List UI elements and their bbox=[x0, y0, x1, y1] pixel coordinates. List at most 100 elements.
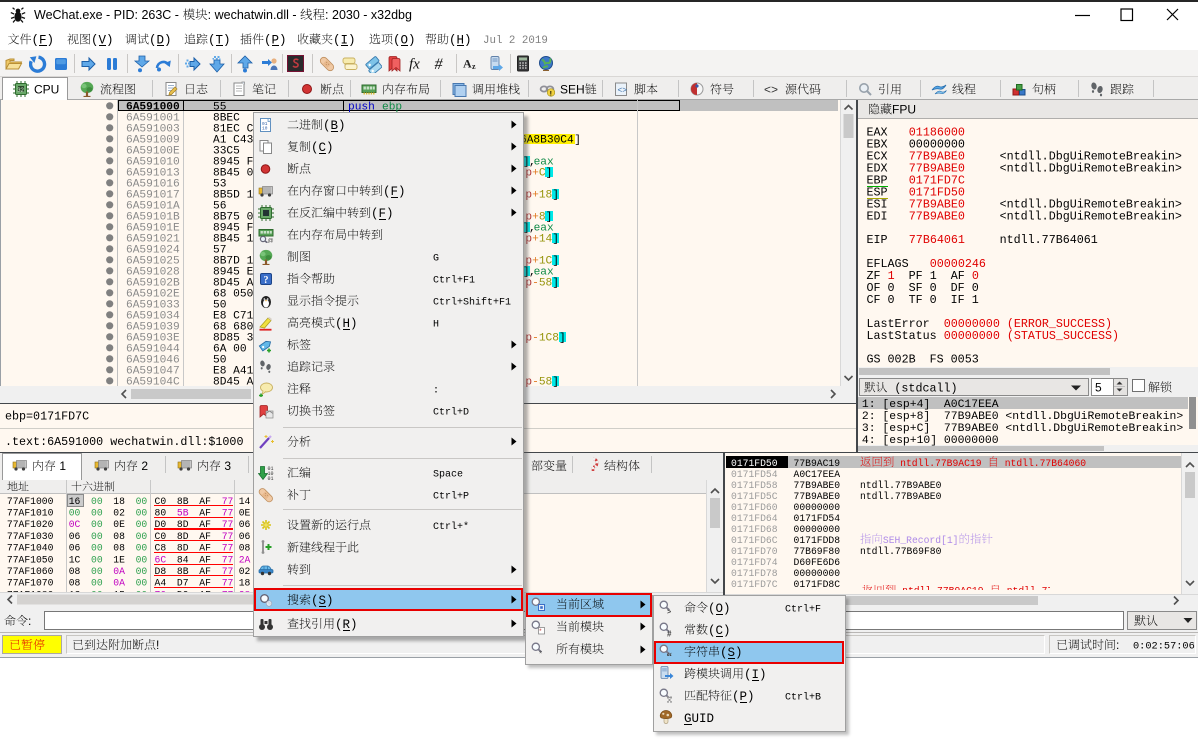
svg-text:AF: AF bbox=[199, 508, 211, 519]
svg-text:0171FD78: 0171FD78 bbox=[731, 568, 778, 579]
svg-text:SEH_Record[1]: SEH_Record[1] bbox=[883, 535, 959, 546]
svg-text:77B9ABE0: 77B9ABE0 bbox=[794, 491, 841, 502]
svg-text:!: ! bbox=[550, 90, 552, 97]
svg-text:C0: C0 bbox=[155, 531, 167, 542]
svg-text:0A: 0A bbox=[113, 566, 125, 577]
svg-text:8D: 8D bbox=[177, 531, 189, 542]
svg-text:0171FD50: 0171FD50 bbox=[731, 458, 778, 469]
svg-text:00: 00 bbox=[91, 496, 103, 507]
svg-text:00: 00 bbox=[91, 519, 103, 530]
svg-text:00: 00 bbox=[136, 554, 148, 565]
svg-text:D60FE6D6: D60FE6D6 bbox=[794, 557, 841, 568]
svg-text:1C: 1C bbox=[69, 554, 81, 565]
svg-text:77: 77 bbox=[222, 508, 234, 519]
svg-text:AF: AF bbox=[199, 543, 211, 554]
svg-text:AF: AF bbox=[199, 566, 211, 577]
svg-text:16: 16 bbox=[69, 496, 81, 507]
svg-text:A: A bbox=[463, 56, 472, 70]
svg-text:D8: D8 bbox=[155, 566, 167, 577]
svg-text:0E: 0E bbox=[239, 508, 251, 519]
svg-text:08: 08 bbox=[113, 531, 125, 542]
svg-text:00: 00 bbox=[136, 578, 148, 589]
svg-text:77: 77 bbox=[222, 578, 234, 589]
svg-text:0171FD64: 0171FD64 bbox=[731, 513, 778, 524]
svg-text:1E: 1E bbox=[113, 554, 125, 565]
svg-text:77AF1020: 77AF1020 bbox=[7, 519, 54, 530]
svg-text:2A: 2A bbox=[239, 554, 251, 565]
svg-text:77: 77 bbox=[222, 531, 234, 542]
svg-text:@: @ bbox=[267, 238, 273, 243]
svg-text:84: 84 bbox=[177, 554, 189, 565]
svg-text:AF: AF bbox=[199, 531, 211, 542]
svg-text:5B: 5B bbox=[177, 508, 189, 519]
svg-text:00: 00 bbox=[69, 508, 81, 519]
svg-text:0171FD54: 0171FD54 bbox=[731, 469, 778, 480]
svg-text:06: 06 bbox=[239, 531, 251, 542]
svg-text:ntdll.77B9AC19: ntdll.77B9AC19 bbox=[894, 458, 987, 469]
svg-text:77: 77 bbox=[222, 566, 234, 577]
svg-text:ntdll.77B6406: ntdll.77B6406 bbox=[1001, 586, 1050, 590]
svg-text:ntdll.77B9ABE0: ntdll.77B9ABE0 bbox=[860, 491, 942, 502]
svg-text:00: 00 bbox=[91, 578, 103, 589]
svg-text:fx: fx bbox=[409, 56, 420, 72]
svg-text:08: 08 bbox=[69, 566, 81, 577]
svg-text:10: 10 bbox=[262, 125, 268, 131]
svg-text:06: 06 bbox=[69, 543, 81, 554]
svg-text:<>: <> bbox=[618, 87, 628, 96]
svg-text:6C: 6C bbox=[155, 554, 167, 565]
svg-text:00: 00 bbox=[91, 508, 103, 519]
svg-text:77: 77 bbox=[222, 543, 234, 554]
svg-text:A4: A4 bbox=[155, 578, 167, 589]
svg-text:AF: AF bbox=[199, 519, 211, 530]
svg-text:0171FD70: 0171FD70 bbox=[731, 546, 778, 557]
svg-text:00: 00 bbox=[91, 531, 103, 542]
svg-text:<>: <> bbox=[764, 83, 778, 97]
svg-text:C0: C0 bbox=[155, 496, 167, 507]
svg-text:AF: AF bbox=[199, 554, 211, 565]
svg-text:06: 06 bbox=[69, 531, 81, 542]
svg-text:D0: D0 bbox=[155, 519, 167, 530]
svg-text:77B9ABE0: 77B9ABE0 bbox=[794, 480, 841, 491]
svg-text:8B: 8B bbox=[177, 566, 189, 577]
svg-text:#: # bbox=[667, 630, 672, 639]
svg-text:ntdll.77B9AC19: ntdll.77B9AC19 bbox=[896, 586, 989, 590]
svg-text:0171FD7C: 0171FD7C bbox=[731, 579, 778, 590]
svg-text:0171FD58: 0171FD58 bbox=[731, 480, 778, 491]
svg-text:0171FD8C: 0171FD8C bbox=[794, 579, 841, 590]
svg-text:00000000: 00000000 bbox=[794, 568, 841, 579]
svg-text:0C: 0C bbox=[69, 519, 81, 530]
svg-text:00: 00 bbox=[136, 496, 148, 507]
svg-text:77AF1030: 77AF1030 bbox=[7, 531, 54, 542]
svg-text:00: 00 bbox=[136, 519, 148, 530]
svg-text:ntdll.77B64060: ntdll.77B64060 bbox=[999, 458, 1086, 469]
svg-text:0171FD5C: 0171FD5C bbox=[731, 491, 778, 502]
svg-text:AF: AF bbox=[199, 496, 211, 507]
svg-text:08: 08 bbox=[113, 543, 125, 554]
svg-text:14: 14 bbox=[239, 496, 251, 507]
svg-text:80: 80 bbox=[155, 508, 167, 519]
svg-text:0171FD54: 0171FD54 bbox=[794, 513, 841, 524]
svg-text:00000000: 00000000 bbox=[794, 502, 841, 513]
svg-text:D7: D7 bbox=[177, 578, 189, 589]
svg-text:0171FD6C: 0171FD6C bbox=[731, 535, 778, 546]
svg-text:77AF1010: 77AF1010 bbox=[7, 508, 54, 519]
svg-text:>: > bbox=[667, 609, 671, 616]
svg-text:77: 77 bbox=[222, 519, 234, 530]
svg-text:00: 00 bbox=[136, 566, 148, 577]
svg-text:z: z bbox=[472, 62, 476, 71]
svg-text:0171FDD8: 0171FDD8 bbox=[794, 535, 841, 546]
svg-text:77AF1070: 77AF1070 bbox=[7, 578, 54, 589]
svg-text:77B69F80: 77B69F80 bbox=[794, 546, 841, 557]
svg-text:18: 18 bbox=[239, 578, 251, 589]
svg-text:06: 06 bbox=[239, 519, 251, 530]
svg-text:AF: AF bbox=[199, 578, 211, 589]
svg-text:77B9AC19: 77B9AC19 bbox=[794, 458, 841, 469]
svg-text:00000000: 00000000 bbox=[794, 524, 841, 535]
svg-text:8B: 8B bbox=[177, 496, 189, 507]
svg-text:#: # bbox=[435, 56, 444, 73]
svg-text:77AF1000: 77AF1000 bbox=[7, 496, 54, 507]
svg-text:0171FD74: 0171FD74 bbox=[731, 557, 778, 568]
svg-text:0E: 0E bbox=[113, 519, 125, 530]
svg-text:08: 08 bbox=[239, 543, 251, 554]
svg-text:?: ? bbox=[263, 275, 268, 286]
